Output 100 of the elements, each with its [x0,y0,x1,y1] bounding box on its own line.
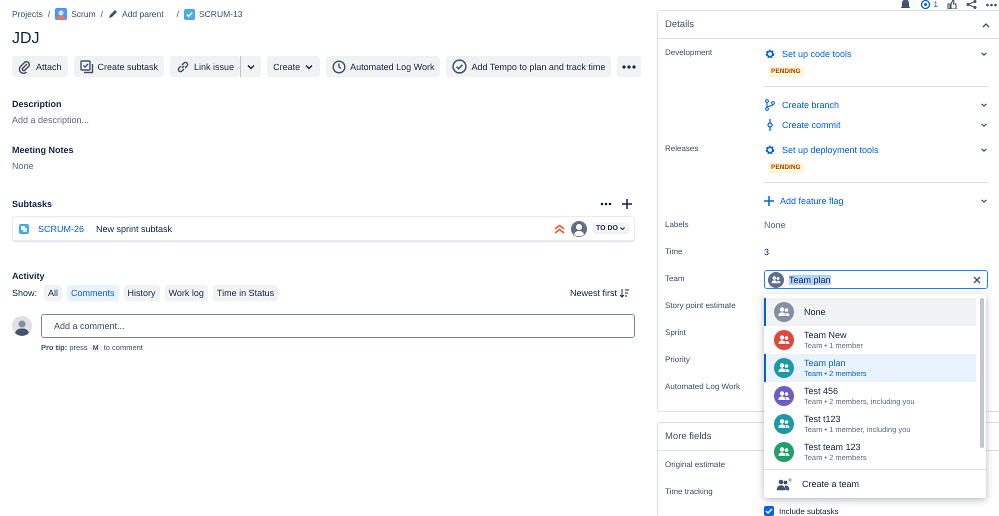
gear-icon [764,144,776,156]
more-icon [622,64,636,68]
more-icon[interactable] [986,2,997,6]
thumbs-up-icon[interactable] [947,0,957,9]
meeting-notes-value[interactable]: None [12,161,635,171]
section-heading: Subtasks [12,199,52,209]
field-label: Priority [665,354,691,366]
checkbox[interactable] [764,506,774,516]
filter-tab[interactable]: History [124,285,160,301]
paperclip-icon [18,60,32,74]
team-name: Test t123 [804,414,842,424]
project-avatar-icon [55,8,68,20]
chevron-down-icon [980,197,988,205]
breadcrumb-separator: / [100,9,104,19]
field-label: Releases [665,143,700,153]
subtask-type-icon [19,224,29,234]
team-name: Team plan [804,358,847,368]
subtask-summary: New sprint subtask [96,224,174,234]
toolbar-button[interactable]: Attach [12,56,68,77]
dev-link[interactable]: Set up deployment tools [782,145,974,155]
add-people-icon [776,477,792,491]
breadcrumb-link[interactable]: Scrum [71,9,96,19]
team-name: None [804,307,826,317]
field-label: Team [665,273,686,285]
chevron-down-icon [619,225,626,232]
sort-button[interactable]: Newest first [564,287,635,299]
dev-link[interactable]: Create commit [782,120,974,130]
clock-icon [332,60,346,74]
team-name: Test 456 [804,386,840,396]
pencil-icon [108,9,118,19]
section-heading: Description [12,99,63,109]
branch-icon [764,99,776,111]
show-label: Show: [12,288,38,298]
dev-link[interactable]: Create branch [782,100,974,110]
subtask-icon [80,60,94,74]
toolbar-button[interactable]: Link issue [170,56,240,77]
field-label: Original estimate [665,459,726,471]
chevron-down-icon [980,146,988,154]
field-value[interactable]: 3 [764,243,988,270]
checkbox-issue-icon [184,8,195,20]
priority-highest-icon [554,224,565,234]
field-label: Story point estimate [665,300,737,312]
comment-field[interactable]: Add a comment... [41,314,635,338]
avatar-icon [570,220,587,236]
create-team-option[interactable]: Create a team [764,469,986,498]
chevron-down-icon [980,121,988,129]
plus-icon[interactable] [622,199,632,209]
section-heading: Meeting Notes [12,145,75,155]
breadcrumb-separator: / [48,9,50,19]
checkbox-label: Include subtasks [779,506,839,516]
chevron-up-icon[interactable] [982,22,990,28]
breadcrumb-link[interactable]: SCRUM-13 [199,9,242,19]
chevron-down-icon [980,50,988,58]
team-option[interactable]: None [764,298,976,326]
team-name: Test team 123 [804,442,862,452]
team-avatar-icon [768,272,784,288]
dropdown-button[interactable] [240,56,262,77]
field-label: Labels [665,219,690,231]
filter-tab[interactable]: Work log [164,285,208,301]
field-label: Sprint [665,327,687,339]
field-label: Automated Log Work [665,381,742,393]
issue-title[interactable]: JDJ [12,30,635,48]
share-icon[interactable] [966,0,977,9]
filter-tab[interactable]: Time in Status [212,285,278,301]
panel-title[interactable]: More fields [665,431,712,442]
breadcrumb-separator: / [176,9,179,19]
field-value[interactable]: None [764,216,988,243]
clear-icon[interactable] [973,276,981,284]
breadcrumb-link[interactable]: Add parent [122,9,164,19]
user-avatar-icon [12,316,32,336]
field-label: Development [665,47,714,57]
check-circle-icon [452,59,468,74]
chevron-down-icon [980,101,988,109]
field-label: Time tracking [665,486,714,498]
gear-icon [764,48,776,60]
sort-icon [620,288,629,298]
more-button[interactable] [617,56,642,77]
toolbar-button[interactable]: Add Tempo to plan and track time [446,56,612,77]
dev-link[interactable]: Add feature flag [780,196,974,206]
panel-title[interactable]: Details [665,19,694,30]
eye-icon[interactable] [920,0,931,9]
team-select-field[interactable]: Team plan [764,270,988,289]
filter-tab[interactable]: Comments [67,285,119,301]
watch-count: 1 [934,0,938,9]
bell-icon[interactable] [900,0,911,9]
more-icon[interactable] [600,202,612,206]
field-label: Time [665,246,684,258]
plus-icon [764,196,774,206]
subtask-key[interactable]: SCRUM-26 [38,224,84,234]
link-icon [176,60,190,74]
description-placeholder[interactable]: Add a description... [12,115,635,125]
breadcrumb-link[interactable]: Projects [12,9,43,19]
dev-link[interactable]: Set up code tools [782,49,974,59]
toolbar-button[interactable]: Create [267,56,320,77]
team-name: Team New [804,330,848,340]
scrollbar[interactable] [980,298,984,448]
filter-tab[interactable]: All [44,285,62,301]
toolbar-button[interactable]: Create subtask [74,56,164,77]
section-heading: Activity [12,271,46,281]
toolbar-button[interactable]: Automated Log Work [326,56,440,77]
